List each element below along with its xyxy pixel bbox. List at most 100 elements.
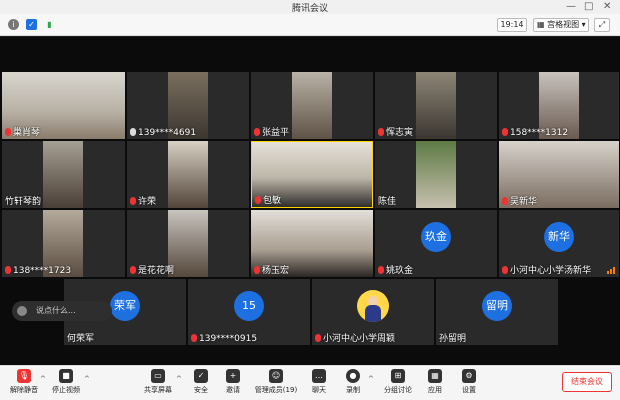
mic-muted-icon	[130, 266, 136, 274]
breakout-icon: ⊞	[391, 369, 405, 383]
participant-name: 139****0915	[191, 334, 257, 344]
avatar: 15	[234, 291, 264, 321]
apps-icon: ▦	[428, 369, 442, 383]
chat-input[interactable]: 说点什么...	[12, 301, 112, 321]
participant-tile[interactable]: 158****1312	[499, 72, 619, 139]
mic-muted-icon: 🎙	[17, 369, 31, 383]
mic-muted-icon	[378, 128, 384, 136]
grid-icon: ▦	[537, 20, 548, 29]
participant-name: 竹轩琴韵	[5, 197, 42, 207]
avatar: 新华	[544, 222, 574, 252]
participant-tile[interactable]: 吴新华	[499, 141, 619, 208]
breakout-rooms-button[interactable]: ⊞ 分组讨论	[382, 369, 414, 395]
participant-tile[interactable]: 新华 小河中心小学汤新华	[499, 210, 619, 277]
participant-name: 恽志寅	[378, 125, 413, 138]
participant-tile[interactable]: 15 139****0915	[188, 279, 310, 345]
fullscreen-button[interactable]: ⤢	[594, 18, 610, 32]
gear-icon: ⚙	[462, 369, 476, 383]
participant-tile[interactable]: 是花花啊	[127, 210, 249, 277]
participant-video	[416, 141, 456, 208]
participant-tile[interactable]: 陈佳	[375, 141, 497, 208]
view-label: 宫格视图	[547, 20, 580, 29]
avatar-photo	[357, 290, 389, 322]
unmute-button[interactable]: 🎙 解除静音	[8, 369, 40, 395]
record-icon: ●	[346, 369, 360, 383]
mic-muted-icon	[254, 266, 260, 274]
participant-name: 巢肖琴	[5, 125, 40, 138]
participant-name: 杨玉宏	[254, 263, 289, 276]
participant-name: 小河中心小学周颖	[315, 331, 395, 344]
mic-muted-icon	[315, 334, 321, 342]
chat-icon: …	[312, 369, 326, 383]
participant-tile[interactable]: 巢肖琴	[2, 72, 125, 139]
manage-members-button[interactable]: ☺ 管理成员(19)	[254, 369, 298, 395]
signal-icon[interactable]: ▮	[44, 19, 55, 30]
window-title: 腾讯会议	[291, 4, 328, 14]
mic-muted-icon	[130, 197, 136, 205]
bottom-toolbar: 🎙 解除静音 ^ ■ 停止视频 ^ ▭ 共享屏幕 ^ ✓ 安全 + 邀请 ☺ 管理成员(19…	[0, 365, 620, 400]
chat-button[interactable]: … 聊天	[308, 369, 330, 395]
participant-name: 包敏	[255, 193, 281, 206]
participant-tile[interactable]: 138****1723	[2, 210, 125, 277]
participant-tile[interactable]: 杨玉宏	[251, 210, 373, 277]
shield-icon[interactable]: ✓	[26, 19, 37, 30]
mic-muted-icon	[5, 266, 11, 274]
participant-name: 陈佳	[378, 197, 397, 207]
avatar: 玖金	[421, 222, 451, 252]
participant-name: 姚玖金	[378, 263, 413, 276]
mic-icon	[130, 128, 136, 136]
chevron-down-icon: ▾	[579, 20, 586, 29]
participant-name: 是花花啊	[130, 263, 174, 276]
mic-muted-icon	[254, 128, 260, 136]
participant-name: 吴新华	[502, 194, 537, 207]
info-icon[interactable]: i	[8, 19, 19, 30]
participant-tile[interactable]: 许荣	[127, 141, 249, 208]
participant-name: 许荣	[130, 194, 156, 207]
top-toolbar: i ✓ ▮ 19:14 ▦ 宫格视图 ▾ ⤢	[0, 14, 620, 36]
participant-tile[interactable]: 竹轩琴韵	[2, 141, 125, 208]
chat-placeholder: 说点什么...	[36, 306, 76, 315]
participant-name: 138****1723	[5, 266, 71, 276]
participant-tile-active-speaker[interactable]: 包敏	[251, 141, 373, 208]
mic-muted-icon	[255, 196, 261, 204]
settings-button[interactable]: ⚙ 设置	[458, 369, 480, 395]
meeting-window: 腾讯会议 — □ ✕ i ✓ ▮ 19:14 ▦ 宫格视图 ▾ ⤢ 巢肖琴 13…	[0, 0, 620, 400]
chevron-up-icon[interactable]: ^	[368, 375, 374, 383]
chevron-up-icon[interactable]: ^	[176, 375, 182, 383]
close-icon[interactable]: ✕	[603, 1, 611, 13]
security-button[interactable]: ✓ 安全	[190, 369, 212, 395]
chevron-up-icon[interactable]: ^	[40, 375, 46, 383]
add-user-icon: +	[226, 369, 240, 383]
end-meeting-button[interactable]: 结束会议	[562, 372, 612, 392]
share-screen-icon: ▭	[151, 369, 165, 383]
participant-tile[interactable]: 玖金 姚玖金	[375, 210, 497, 277]
members-icon: ☺	[269, 369, 283, 383]
record-button[interactable]: ● 录制	[342, 369, 364, 395]
participant-video	[416, 72, 456, 139]
chevron-up-icon[interactable]: ^	[84, 375, 90, 383]
grid-view-button[interactable]: ▦ 宫格视图 ▾	[533, 18, 589, 32]
mic-muted-icon	[502, 197, 508, 205]
participant-tile[interactable]: 恽志寅	[375, 72, 497, 139]
apps-button[interactable]: ▦ 应用	[424, 369, 446, 395]
participant-name: 孙留明	[439, 334, 467, 344]
meeting-duration: 19:14	[497, 18, 527, 32]
maximize-icon[interactable]: □	[584, 1, 593, 13]
avatar: 留明	[482, 291, 512, 321]
minimize-icon[interactable]: —	[566, 1, 576, 13]
fullscreen-icon: ⤢	[598, 20, 606, 29]
participant-tile[interactable]: 小河中心小学周颖	[312, 279, 434, 345]
participant-tile[interactable]: 139****4691	[127, 72, 249, 139]
participant-tile[interactable]: 张益平	[251, 72, 373, 139]
share-screen-button[interactable]: ▭ 共享屏幕	[142, 369, 174, 395]
invite-button[interactable]: + 邀请	[222, 369, 244, 395]
audio-level-icon	[607, 267, 615, 274]
stop-video-button[interactable]: ■ 停止视频	[50, 369, 82, 395]
title-bar: 腾讯会议 — □ ✕	[0, 0, 620, 14]
participant-name: 何荣军	[67, 334, 95, 344]
video-grid: 巢肖琴 139****4691 张益平 恽志寅 158****1312 竹轩琴韵…	[0, 37, 620, 365]
emoji-icon[interactable]	[17, 306, 27, 316]
mic-muted-icon	[5, 128, 11, 136]
participant-video	[168, 141, 208, 208]
participant-tile[interactable]: 留明 孙留明	[436, 279, 558, 345]
